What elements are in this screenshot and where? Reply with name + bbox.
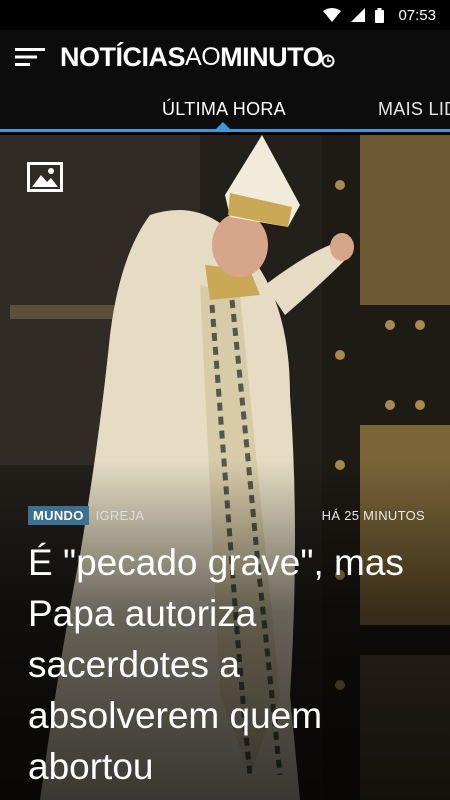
wifi-icon (323, 8, 342, 22)
article-meta: MUNDO IGREJA HÁ 25 MINUTOS (28, 506, 425, 525)
image-gallery-icon[interactable] (27, 162, 63, 192)
hamburger-menu-icon (15, 48, 45, 66)
status-bar: 07:53 (0, 0, 450, 30)
cell-signal-icon (351, 8, 366, 22)
subcategory-label[interactable]: IGREJA (96, 508, 145, 523)
tab-active-caret (216, 122, 230, 129)
menu-button[interactable] (0, 30, 60, 84)
category-badge[interactable]: MUNDO (28, 506, 89, 525)
tab-indicator (0, 129, 450, 132)
clock-icon (321, 54, 335, 68)
article-headline[interactable]: É "pecado grave", mas Papa autoriza sace… (28, 537, 428, 792)
article-timestamp: HÁ 25 MINUTOS (321, 508, 425, 523)
app-logo[interactable]: NOTÍCIAS AO MINUTO (60, 42, 335, 73)
app-screen: 07:53 NOTÍCIAS AO MINUTO ÚLTIMA HORA MAI… (0, 0, 450, 800)
hero-article-card[interactable]: MUNDO IGREJA HÁ 25 MINUTOS É "pecado gra… (0, 135, 450, 800)
logo-part-ao: AO (185, 42, 221, 71)
status-time: 07:53 (398, 6, 436, 24)
section-tabs: ÚLTIMA HORA MAIS LIDAS (0, 84, 450, 132)
logo-part-minuto: MINUTO (220, 41, 324, 72)
tab-mais-lidas[interactable]: MAIS LIDAS (378, 84, 450, 132)
app-header: NOTÍCIAS AO MINUTO (0, 30, 450, 84)
battery-icon (375, 7, 385, 23)
logo-part-noticias: NOTÍCIAS (60, 41, 186, 72)
